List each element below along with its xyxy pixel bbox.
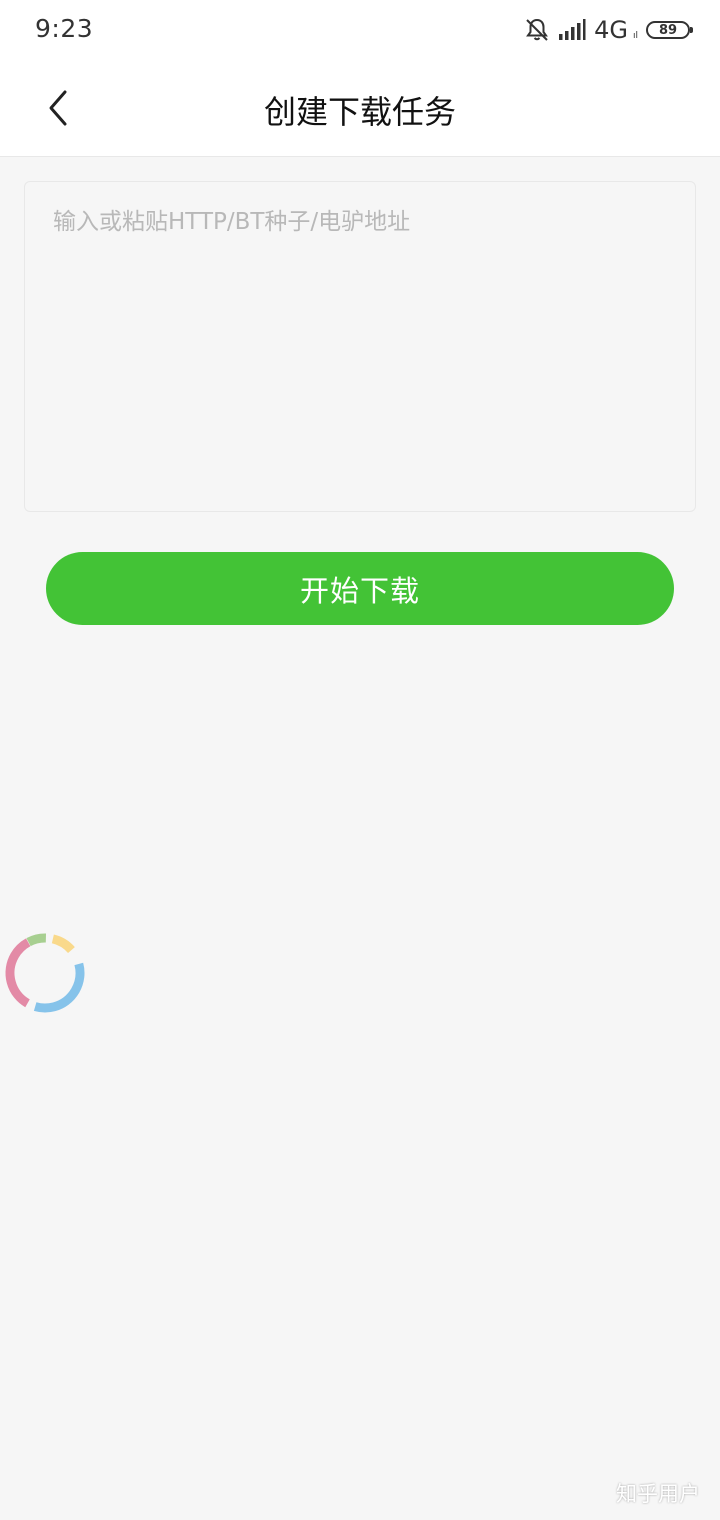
page-title: 创建下载任务 — [263, 93, 456, 131]
spinner-segment-blue — [5, 933, 85, 1013]
start-download-label: 开始下载 — [299, 573, 420, 608]
battery-icon: 89 — [646, 21, 693, 39]
url-input[interactable] — [24, 181, 696, 512]
spinner-segment-pink — [5, 933, 85, 1013]
spinner-segment-green — [5, 933, 85, 1013]
status-bar: 9:23 4G ıl 89 — [0, 0, 720, 62]
header: 创建下载任务 — [0, 62, 720, 157]
battery-level: 89 — [658, 22, 678, 38]
spinner-segment-yellow — [5, 933, 85, 1013]
spinner-graphic — [5, 933, 85, 1013]
loading-spinner — [4, 932, 86, 1014]
bell-muted-icon — [524, 17, 550, 43]
status-icons: 4G ıl 89 — [524, 14, 693, 46]
watermark: 知乎用户 — [616, 1482, 700, 1506]
network-label: 4G ıl — [594, 16, 638, 44]
status-time: 9:23 — [35, 14, 94, 43]
network-sub: ıl — [632, 31, 638, 41]
start-download-button[interactable]: 开始下载 — [46, 552, 674, 625]
network-type: 4G — [594, 16, 628, 44]
signal-icon — [558, 19, 586, 41]
